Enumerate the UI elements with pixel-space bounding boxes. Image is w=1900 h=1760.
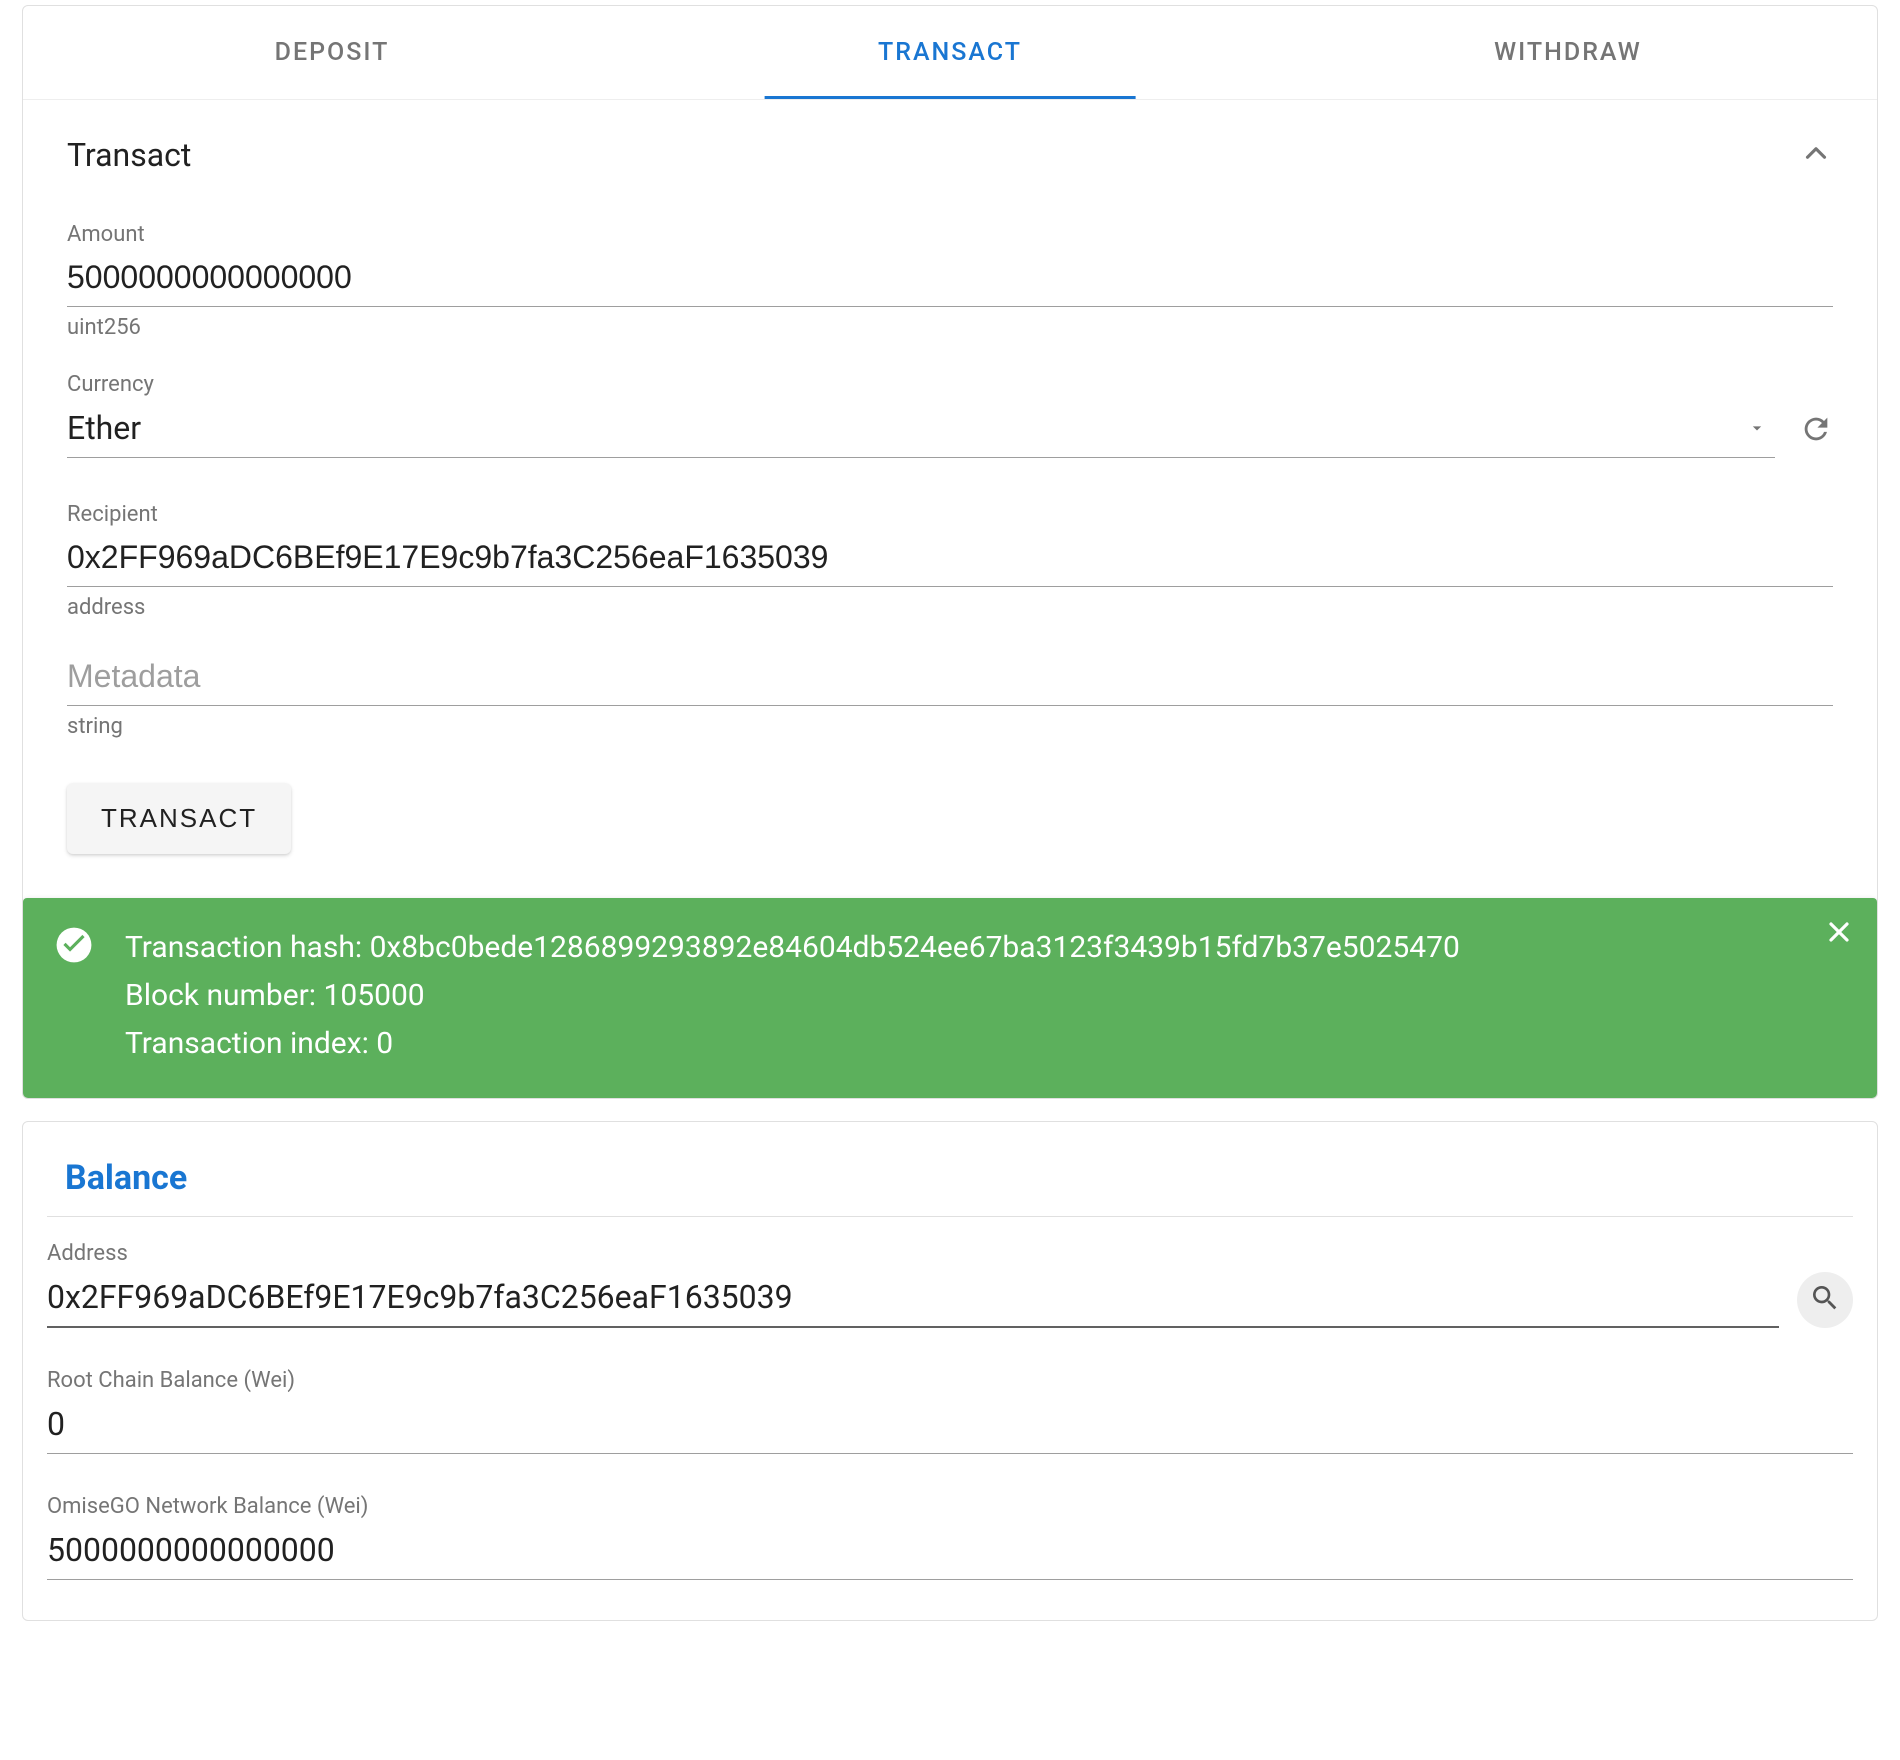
close-icon[interactable] <box>1823 916 1855 952</box>
alert-block-label: Block number: <box>125 978 324 1013</box>
alert-content: Transaction hash: 0x8bc0bede128689929389… <box>125 924 1845 1068</box>
metadata-input[interactable] <box>67 652 1833 706</box>
currency-field: Currency Ether <box>67 372 1833 458</box>
alert-hash-label: Transaction hash: <box>125 930 370 965</box>
metadata-field: string <box>67 652 1833 739</box>
balance-root-field: Root Chain Balance (Wei) 0 <box>47 1368 1853 1454</box>
balance-address-field: Address 0x2FF969aDC6BEf9E17E9c9b7fa3C256… <box>47 1241 1853 1328</box>
transact-panel: Transact Amount uint256 Currency Ether <box>23 100 1877 878</box>
amount-hint: uint256 <box>67 315 1833 340</box>
alert-hash: 0x8bc0bede1286899293892e84604db524ee67ba… <box>370 930 1460 965</box>
search-button[interactable] <box>1797 1272 1853 1328</box>
tab-deposit[interactable]: Deposit <box>23 6 641 99</box>
recipient-field: Recipient address <box>67 502 1833 620</box>
alert-index-label: Transaction index: <box>125 1026 376 1061</box>
chevron-down-icon <box>1747 418 1767 442</box>
check-circle-icon <box>55 926 93 968</box>
transact-card: Deposit Transact Withdraw Transact Amoun… <box>22 5 1878 1099</box>
amount-label: Amount <box>67 222 1833 247</box>
divider <box>47 1216 1853 1217</box>
balance-omisego-field: OmiseGO Network Balance (Wei) 5000000000… <box>47 1494 1853 1580</box>
recipient-input[interactable] <box>67 533 1833 587</box>
amount-field: Amount uint256 <box>67 222 1833 340</box>
alert-index: 0 <box>376 1026 393 1061</box>
tabs: Deposit Transact Withdraw <box>23 6 1877 100</box>
balance-root-label: Root Chain Balance (Wei) <box>47 1368 1853 1393</box>
balance-address-value[interactable]: 0x2FF969aDC6BEf9E17E9c9b7fa3C256eaF16350… <box>47 1272 1779 1328</box>
recipient-hint: address <box>67 595 1833 620</box>
currency-value: Ether <box>67 403 1775 457</box>
transact-button[interactable]: Transact <box>67 783 291 854</box>
balance-title: Balance <box>47 1158 1853 1198</box>
currency-select[interactable]: Ether <box>67 403 1775 458</box>
metadata-hint: string <box>67 714 1833 739</box>
recipient-label: Recipient <box>67 502 1833 527</box>
refresh-icon[interactable] <box>1799 412 1833 450</box>
panel-header: Transact <box>67 136 1833 174</box>
tab-withdraw[interactable]: Withdraw <box>1259 6 1877 99</box>
balance-card: Balance Address 0x2FF969aDC6BEf9E17E9c9b… <box>22 1121 1878 1621</box>
panel-title: Transact <box>67 136 191 174</box>
alert-block: 105000 <box>324 978 425 1013</box>
success-alert: Transaction hash: 0x8bc0bede128689929389… <box>23 898 1877 1098</box>
balance-omisego-label: OmiseGO Network Balance (Wei) <box>47 1494 1853 1519</box>
tab-transact[interactable]: Transact <box>641 6 1259 99</box>
currency-label: Currency <box>67 372 1833 397</box>
balance-omisego-value: 5000000000000000 <box>47 1525 1853 1580</box>
balance-address-label: Address <box>47 1241 1853 1266</box>
balance-root-value: 0 <box>47 1399 1853 1454</box>
amount-input[interactable] <box>67 253 1833 307</box>
chevron-up-icon[interactable] <box>1799 136 1833 174</box>
search-icon <box>1809 1282 1841 1318</box>
